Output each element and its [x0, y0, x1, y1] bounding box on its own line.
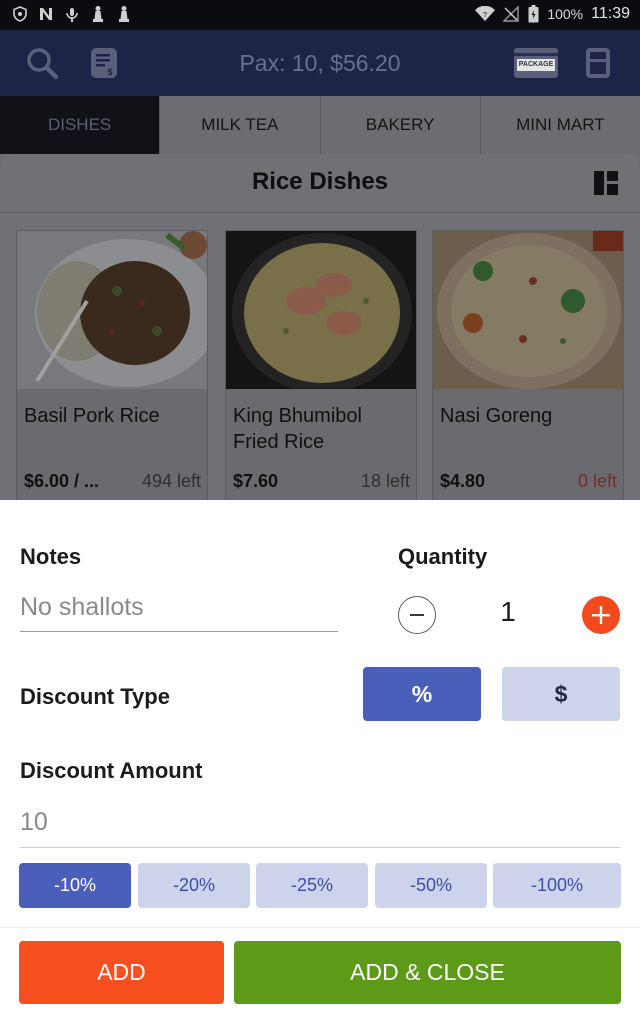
search-button[interactable]: [22, 44, 62, 82]
status-bar: ? 100% 11:39: [0, 0, 640, 30]
product-price: $4.80: [440, 471, 486, 491]
battery-percent: 100%: [547, 6, 584, 22]
product-name: Nasi Goreng: [440, 405, 553, 427]
quantity-label: Quantity: [398, 544, 488, 569]
discount-preset-10[interactable]: -10%: [19, 863, 131, 908]
quantity-value: 1: [500, 596, 516, 627]
minus-icon: [410, 614, 424, 616]
product-card[interactable]: King Bhumibol Fried Rice $7.60 18 left: [225, 230, 417, 510]
svg-text:?: ?: [483, 12, 487, 19]
dialog-divider: [0, 927, 640, 928]
discount-preset-100[interactable]: -100%: [493, 863, 621, 908]
battery-icon: [527, 5, 539, 23]
search-icon: [27, 48, 59, 80]
nasi-goreng-photo: [433, 231, 623, 389]
discount-preset-50[interactable]: -50%: [375, 863, 487, 908]
discount-dollar-button[interactable]: $: [502, 667, 620, 721]
product-name: King Bhumibol Fried Rice: [233, 405, 362, 453]
antenna-icon: [64, 5, 80, 23]
tab-bakery[interactable]: BAKERY: [320, 96, 481, 154]
discount-type-label: Discount Type: [20, 684, 170, 709]
product-stock: 0 left: [577, 471, 617, 491]
product-price: $7.60: [233, 471, 279, 491]
increase-quantity-button[interactable]: [582, 596, 620, 634]
product-stock: 494 left: [141, 471, 201, 491]
discount-percent-button[interactable]: %: [363, 667, 481, 721]
tab-mini-mart[interactable]: MINI MART: [480, 96, 640, 154]
discount-amount-label: Discount Amount: [20, 758, 203, 783]
clock: 11:39: [591, 5, 630, 22]
tab-dishes[interactable]: DISHES: [0, 96, 161, 154]
category-tabs: DISHES MILK TEA BAKERY MINI MART: [0, 96, 640, 154]
wifi-icon: ?: [475, 5, 496, 23]
decrease-quantity-button[interactable]: [398, 596, 436, 634]
plus-icon: [592, 606, 610, 624]
calculator-icon: [586, 48, 610, 78]
product-card[interactable]: Nasi Goreng $4.80 0 left: [432, 230, 624, 510]
n-icon: [38, 5, 54, 23]
notes-input[interactable]: [20, 584, 338, 632]
calculator-button[interactable]: [578, 44, 618, 82]
tab-milk-tea[interactable]: MILK TEA: [160, 96, 321, 154]
package-button[interactable]: PACKAGE: [512, 44, 560, 82]
shield-icon: [12, 5, 28, 23]
product-price: $6.00 / ...: [24, 471, 100, 491]
app-bar: $ Pax: 10, $56.20 PACKAGE: [0, 30, 640, 96]
bill-icon: $: [91, 48, 117, 78]
discount-preset-20[interactable]: -20%: [138, 863, 250, 908]
category-title: Rice Dishes: [251, 168, 389, 195]
discount-amount-input[interactable]: [20, 798, 620, 848]
product-card[interactable]: Basil Pork Rice $6.00 / ... 494 left: [16, 230, 208, 510]
product-stock: 18 left: [360, 471, 410, 491]
basil-pork-rice-photo: [17, 231, 207, 389]
add-item-dialog: Notes Quantity 1 Discount Type % $ Disco…: [0, 500, 640, 1024]
chess-icon: [116, 5, 132, 23]
bill-button[interactable]: $: [84, 44, 124, 82]
order-summary-title: Pax: 10, $56.20: [239, 50, 401, 76]
chess-icon: [90, 5, 106, 23]
king-bhumibol-fried-rice-photo: [226, 231, 416, 389]
package-label: PACKAGE: [518, 61, 554, 68]
grid-view-icon[interactable]: [594, 171, 618, 195]
category-sheet: Rice Dishes Basil Pork Rice $6.00 / ... …: [0, 154, 640, 510]
sheet-divider: [0, 212, 640, 213]
notes-label: Notes: [20, 544, 82, 569]
add-button[interactable]: ADD: [19, 941, 224, 1004]
product-name: Basil Pork Rice: [24, 405, 160, 427]
svg-text:$: $: [107, 67, 112, 77]
no-signal-icon: [503, 5, 520, 23]
add-and-close-button[interactable]: ADD & CLOSE: [234, 941, 621, 1004]
discount-preset-25[interactable]: -25%: [256, 863, 368, 908]
